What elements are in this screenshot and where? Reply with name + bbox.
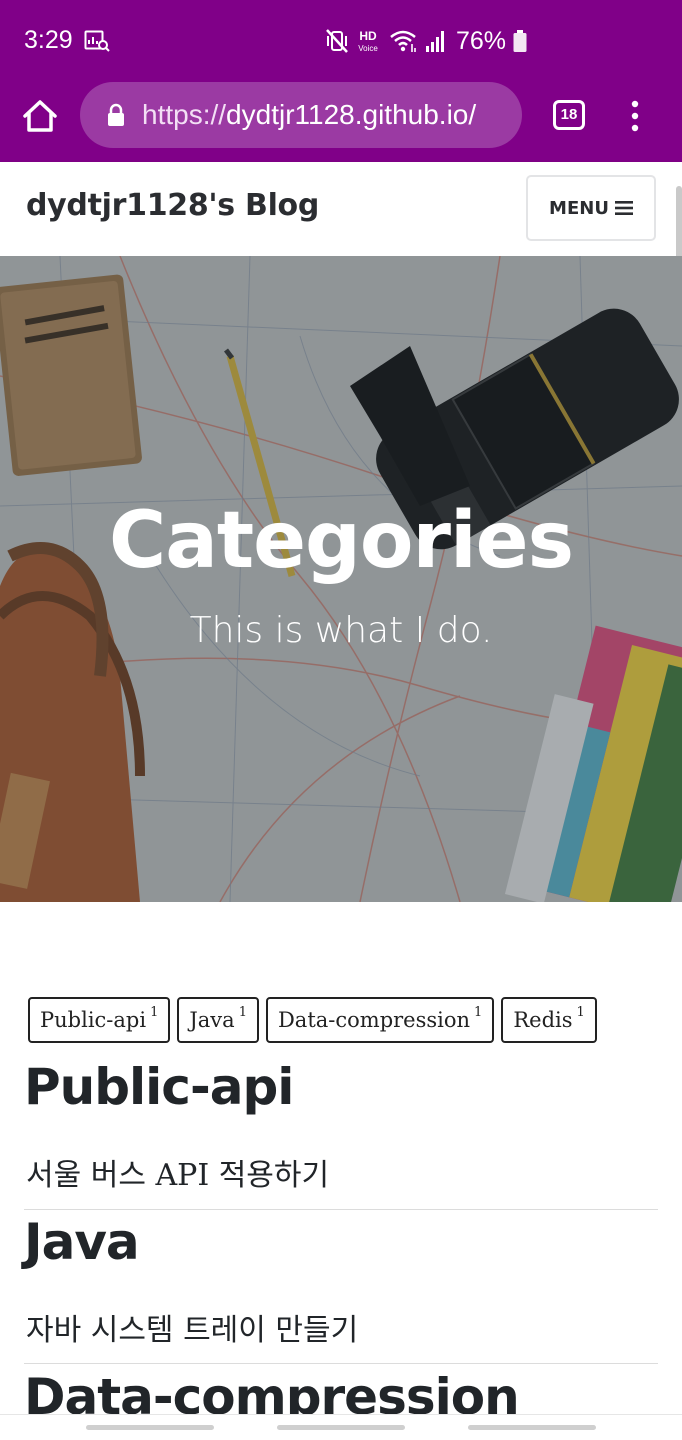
menu-button-label: MENU <box>549 197 609 219</box>
voice-label: Voice <box>358 44 378 53</box>
wifi-icon <box>390 30 416 52</box>
hero-header: Categories This is what I do. <box>0 256 682 902</box>
site-navbar: dydtjr1128's Blog MENU <box>0 162 682 256</box>
tab-count: 18 <box>560 106 578 123</box>
hd-label: HD <box>359 29 377 43</box>
battery-icon <box>513 30 527 52</box>
category-tag-list: Public-api 1 Java 1 Data-compression 1 Redi… <box>28 997 597 1043</box>
menu-button[interactable]: MENU <box>526 175 656 241</box>
url-scheme: https:// <box>142 99 227 130</box>
tag-label: Public-api <box>40 1008 147 1032</box>
home-gesture-hint[interactable] <box>277 1425 405 1430</box>
navigation-gesture-bar <box>0 1414 682 1440</box>
address-bar[interactable]: https://dydtjr1128.github.io/ <box>80 82 522 148</box>
tag-label: Redis <box>513 1008 573 1032</box>
tag-label: Java <box>189 1008 235 1032</box>
category-tag-public-api[interactable]: Public-api 1 <box>28 997 171 1043</box>
signal-icon <box>426 31 444 52</box>
status-time: 3:29 <box>24 26 73 54</box>
vibrate-mute-icon <box>326 29 348 53</box>
lock-icon <box>108 103 124 126</box>
tag-count: 1 <box>238 1004 247 1020</box>
page-subtitle: This is what I do. <box>189 610 493 651</box>
post-link[interactable]: 자바 시스템 트레이 만들기 <box>26 1305 358 1349</box>
home-icon[interactable] <box>20 96 60 136</box>
post-link[interactable]: 서울 버스 API 적용하기 <box>26 1150 329 1194</box>
tag-count: 1 <box>150 1004 159 1020</box>
url-text: https://dydtjr1128.github.io/ <box>142 99 476 131</box>
hd-voice-icon: HD Voice <box>358 29 378 53</box>
recent-apps-gesture-hint[interactable] <box>86 1425 214 1430</box>
site-brand-link[interactable]: dydtjr1128's Blog <box>26 188 319 223</box>
divider <box>24 1363 658 1364</box>
hamburger-icon <box>614 201 633 215</box>
back-gesture-hint[interactable] <box>468 1425 596 1430</box>
tag-count: 1 <box>576 1004 585 1020</box>
browser-toolbar: https://dydtjr1128.github.io/ 18 <box>0 82 682 162</box>
divider <box>24 1209 658 1210</box>
battery-percent: 76% <box>456 26 507 55</box>
category-heading: Java <box>24 1213 140 1271</box>
tag-label: Data-compression <box>277 1008 471 1032</box>
page-title: Categories <box>108 496 574 586</box>
status-icons: HD Voice 76% <box>326 24 528 58</box>
status-bar: 3:29 HD Voice 76% <box>0 0 682 82</box>
tag-count: 1 <box>474 1004 483 1020</box>
tabs-button[interactable]: 18 <box>553 100 585 130</box>
screen-recorder-icon <box>84 30 110 52</box>
category-tag-redis[interactable]: Redis 1 <box>501 997 597 1043</box>
kebab-menu-icon[interactable] <box>620 96 650 136</box>
category-tag-java[interactable]: Java 1 <box>177 997 259 1043</box>
category-heading: Public-api <box>24 1058 294 1116</box>
category-tag-data-compression[interactable]: Data-compression 1 <box>265 997 495 1043</box>
url-host: dydtjr1128.github.io/ <box>226 99 477 130</box>
